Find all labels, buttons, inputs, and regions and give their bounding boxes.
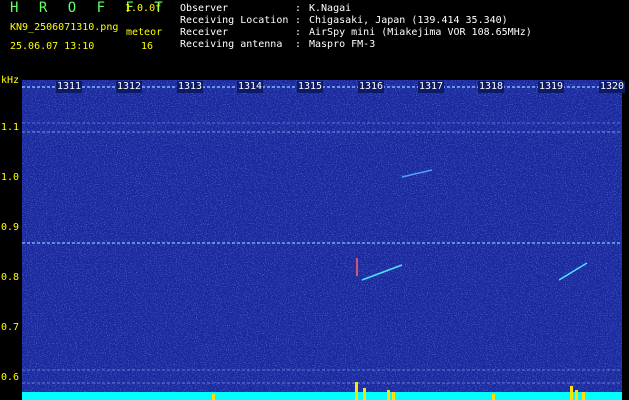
tick-label: 0.7 bbox=[1, 322, 20, 333]
signal-spike bbox=[363, 388, 366, 400]
signal-spike bbox=[582, 392, 585, 400]
tick-label: 0.6 bbox=[1, 372, 20, 383]
spectrogram bbox=[22, 80, 622, 400]
noise-texture bbox=[22, 80, 622, 400]
meteor-label: meteor bbox=[126, 27, 163, 38]
station-info: Observer: K.Nagai Receiving Location: Chig… bbox=[180, 3, 532, 51]
time-label: 1315 bbox=[297, 81, 324, 93]
tick-label: 1.1 bbox=[1, 122, 20, 133]
time-label: 1312 bbox=[116, 81, 143, 93]
tick-label: 0.9 bbox=[1, 222, 20, 233]
filename-label: KN9_2506071310.png bbox=[10, 22, 119, 33]
signal-spike bbox=[355, 382, 358, 400]
frequency-axis: kHz 1.1 1.0 0.9 0.8 0.7 0.6 bbox=[0, 75, 22, 400]
time-label: 1316 bbox=[358, 81, 385, 93]
signal-spike bbox=[392, 392, 395, 400]
time-label: 1317 bbox=[418, 81, 445, 93]
time-label: 1318 bbox=[478, 81, 505, 93]
datetime-label: 25.06.07 13:10 bbox=[10, 41, 95, 52]
signal-spike bbox=[575, 390, 578, 400]
tick-label: 1.0 bbox=[1, 172, 20, 183]
signal-strip bbox=[22, 392, 622, 400]
signal-spike bbox=[570, 386, 573, 400]
signal-spike bbox=[492, 394, 495, 400]
version-label: 1.0.0f bbox=[125, 3, 162, 14]
header: H R O F F T 1.0.0f KN9_2506071310.png me… bbox=[0, 0, 629, 78]
signal-spike bbox=[387, 390, 390, 400]
time-label: 1313 bbox=[177, 81, 204, 93]
time-label: 1320 bbox=[599, 81, 626, 93]
time-label: 1319 bbox=[538, 81, 565, 93]
time-label: 1311 bbox=[56, 81, 83, 93]
info-antenna: Receiving antenna: Maspro FM-3 bbox=[180, 39, 376, 50]
info-receiver: Receiver: AirSpy mini (Miakejima VOR 108.… bbox=[180, 27, 532, 38]
tick-label: 0.8 bbox=[1, 272, 20, 283]
meteor-count: 16 bbox=[141, 41, 154, 52]
info-location: Receiving Location: Chigasaki, Japan (139… bbox=[180, 15, 508, 26]
info-observer: Observer: K.Nagai bbox=[180, 3, 352, 14]
time-label: 1314 bbox=[237, 81, 264, 93]
signal-spike bbox=[212, 394, 215, 400]
axis-unit: kHz bbox=[1, 75, 20, 86]
